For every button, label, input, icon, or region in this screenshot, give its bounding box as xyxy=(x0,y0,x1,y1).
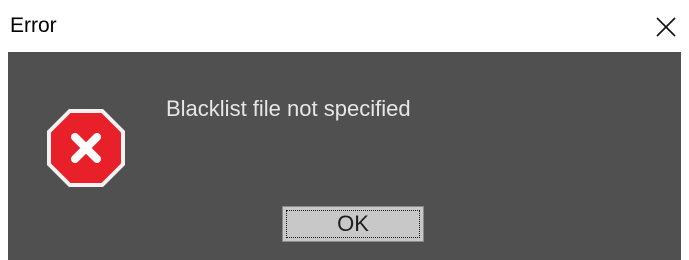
dialog-body: Blacklist file not specified OK xyxy=(8,52,681,260)
title-bar: Error xyxy=(0,0,689,52)
error-icon xyxy=(47,109,125,187)
window-title: Error xyxy=(10,14,57,37)
close-icon xyxy=(656,17,676,37)
ok-button[interactable]: OK xyxy=(282,206,424,242)
ok-button-label: OK xyxy=(337,211,369,236)
error-message: Blacklist file not specified xyxy=(166,96,411,121)
error-dialog-window: Error Blacklist file not specified OK xyxy=(0,0,689,260)
close-button[interactable] xyxy=(643,6,689,48)
